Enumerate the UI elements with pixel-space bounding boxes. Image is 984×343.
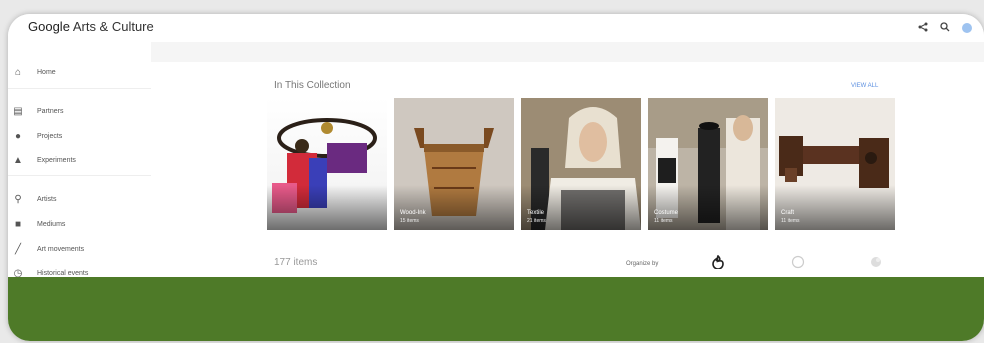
flask-icon: ▲ — [13, 154, 23, 166]
top-bar: Google Arts & Culture — [8, 14, 984, 43]
top-icons — [918, 20, 972, 35]
collection-card[interactable] — [267, 98, 387, 230]
popularity-icon[interactable] — [711, 254, 725, 272]
sidebar-item-label: Historical events — [37, 269, 89, 277]
home-icon: ⌂ — [14, 66, 22, 78]
collection-card[interactable]: Textile 21 items — [521, 98, 641, 230]
card-subtitle: 21 items — [527, 218, 546, 224]
sidebar-item-label: Experiments — [37, 156, 76, 164]
share-icon[interactable] — [918, 20, 928, 35]
card-subtitle: 11 items — [781, 218, 800, 224]
sidebar-item-label: Projects — [37, 132, 63, 140]
sidebar-item-art-movements[interactable]: ╱ Art movements — [8, 239, 151, 259]
building-icon: ▤ — [13, 105, 23, 117]
sidebar-item-mediums[interactable]: ■ Mediums — [8, 214, 151, 234]
sidebar-item-label: Home — [37, 68, 56, 76]
card-title: Wood-Ink — [400, 210, 426, 216]
search-icon[interactable] — [940, 20, 950, 35]
logo-google: Google — [28, 19, 70, 34]
palette-icon: ■ — [14, 218, 22, 230]
card-subtitle: 15 items — [400, 218, 419, 224]
sidebar: ⌂ Home ▤ Partners ● Projects ▲ Experimen… — [8, 42, 152, 279]
view-all-link[interactable]: VIEW ALL — [851, 83, 878, 89]
sidebar-item-label: Partners — [37, 107, 64, 115]
card-title: Craft — [781, 210, 795, 216]
person-icon: ⚲ — [14, 193, 22, 205]
logo-suffix: Arts & Culture — [72, 19, 154, 34]
sidebar-divider — [8, 88, 151, 89]
brush-icon: ╱ — [14, 243, 22, 255]
color-icon[interactable] — [869, 255, 883, 272]
sidebar-divider — [8, 175, 151, 176]
organize-by-label: Organize by — [626, 261, 659, 267]
sidebar-item-home[interactable]: ⌂ Home — [8, 62, 151, 82]
time-icon[interactable] — [791, 255, 805, 272]
sidebar-item-artists[interactable]: ⚲ Artists — [8, 189, 151, 209]
sidebar-item-label: Artists — [37, 195, 57, 203]
sidebar-item-partners[interactable]: ▤ Partners — [8, 101, 151, 121]
browser-frame: Google Arts & Culture ⌂ Home ▤ Partners … — [8, 14, 984, 341]
collection-title: In This Collection — [274, 80, 351, 91]
sidebar-item-label: Art movements — [37, 245, 85, 253]
main-content: In This Collection VIEW ALL Wood-Ink 15 … — [151, 42, 984, 277]
site-logo[interactable]: Google Arts & Culture — [28, 19, 154, 34]
sidebar-item-projects[interactable]: ● Projects — [8, 126, 151, 146]
sidebar-item-experiments[interactable]: ▲ Experiments — [8, 150, 151, 170]
card-subtitle: 11 items — [654, 218, 673, 224]
items-count: 177 items — [274, 257, 318, 268]
collection-card[interactable]: Craft 11 items — [775, 98, 895, 230]
sidebar-item-label: Mediums — [37, 220, 66, 228]
header-strip — [151, 42, 984, 62]
card-shade — [267, 185, 387, 230]
eye-icon: ● — [14, 130, 22, 142]
avatar[interactable] — [962, 23, 972, 33]
collection-card[interactable]: Wood-Ink 15 items — [394, 98, 514, 230]
footer-band — [8, 277, 984, 341]
card-title: Costume — [654, 210, 679, 216]
card-title: Textile — [527, 210, 545, 216]
collection-card[interactable]: Costume 11 items — [648, 98, 768, 230]
